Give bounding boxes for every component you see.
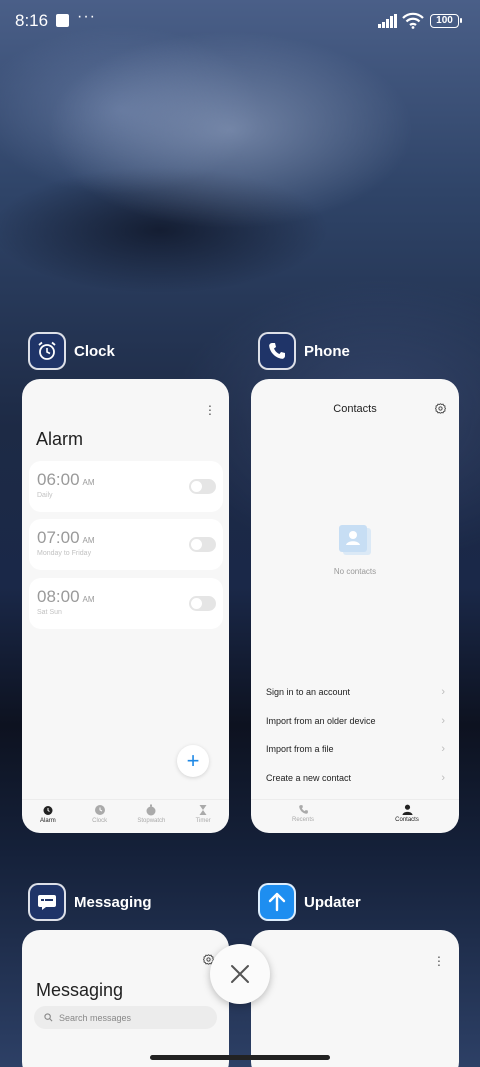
clock-app-header[interactable]: Clock [28,331,115,371]
alarm-toggle[interactable] [189,537,216,552]
tab-label: Recents [291,817,314,823]
tab-label: Clock [92,818,108,824]
alarm-ampm: AM [82,595,95,604]
alarm-tab-icon [43,806,53,815]
alarm-toggle[interactable] [189,596,216,611]
status-time: 8:16 [15,11,49,30]
messaging-app-title: Messaging [74,893,152,911]
more-notifications-icon: ··· [77,8,96,25]
import-file-option[interactable]: Import from a file › [266,743,445,764]
hourglass-tab-icon [199,805,207,815]
tab-label: Contacts [395,817,419,823]
option-label: Import from an older device [266,716,376,726]
tab-label: Stopwatch [137,818,166,824]
alarm-repeat-label: Daily [37,492,53,499]
import-device-option[interactable]: Import from an older device › [266,715,445,736]
more-options-icon[interactable]: · · · [434,949,444,971]
phone-app-header[interactable]: Phone [258,331,350,371]
close-icon [231,965,249,983]
option-label: Create a new contact [266,773,352,783]
alarm-clock-icon [28,332,66,370]
settings-gear-icon[interactable] [435,403,446,414]
phone-app-card[interactable]: Contacts No contacts Sign in to an accou… [251,379,459,833]
option-label: Sign in to an account [266,687,351,697]
wifi-icon [402,12,424,29]
contacts-screen-title: Contacts [333,403,377,415]
clock-tab-icon [94,805,105,815]
chevron-right-icon: › [441,686,445,698]
signal-icon [378,14,397,28]
messaging-app-header[interactable]: Messaging [28,882,152,922]
clock-app-title: Clock [74,342,115,360]
recents-phone-icon [298,805,308,814]
search-placeholder: Search messages [59,1012,132,1023]
tab-timer[interactable]: Timer [177,800,229,833]
clock-app-card[interactable]: · · · Alarm 06:00 AM Daily 07:00 AM Monday t… [22,379,229,833]
chevron-right-icon: › [441,743,445,755]
messaging-app-card[interactable]: Messaging Search messages [22,930,229,1067]
battery-icon: 100 [430,14,462,28]
alarm-toggle[interactable] [189,479,216,494]
updater-app-card[interactable]: · · · [251,930,459,1067]
alarm-time: 06:00 [37,470,80,489]
stopwatch-tab-icon [146,804,156,816]
tab-contacts[interactable]: Contacts [355,800,459,833]
status-bar: 8:16 ··· 100 [0,0,480,44]
search-messages-input[interactable]: Search messages [34,1006,217,1029]
home-indicator[interactable] [150,1055,330,1060]
alarm-item[interactable]: 07:00 AM Monday to Friday [29,519,223,570]
alarm-repeat-label: Sat Sun [37,609,62,616]
contacts-person-icon [401,804,413,815]
alarm-time: 07:00 [37,528,80,547]
updater-app-title: Updater [304,893,361,911]
tab-label: Alarm [40,818,56,824]
create-contact-option[interactable]: Create a new contact › [266,772,445,793]
alarm-repeat-label: Monday to Friday [37,550,92,557]
updater-app-header[interactable]: Updater [258,882,361,922]
tab-stopwatch[interactable]: Stopwatch [126,800,178,833]
alarm-item[interactable]: 06:00 AM Daily [29,461,223,512]
add-alarm-button[interactable]: + [177,745,209,777]
messaging-screen-title: Messaging [36,980,124,1000]
tab-alarm[interactable]: Alarm [22,800,74,833]
alarm-time: 08:00 [37,587,80,606]
arrow-up-icon [258,883,296,921]
chevron-right-icon: › [441,772,445,784]
option-label: Import from a file [266,744,334,754]
phone-tab-bar: Recents Contacts [251,799,459,833]
notification-square-icon [56,14,69,27]
clock-tab-bar: Alarm Clock Stopwatch Timer [22,799,229,833]
tab-clock[interactable]: Clock [74,800,126,833]
more-options-icon[interactable]: · · · [205,398,215,420]
message-icon [28,883,66,921]
search-icon [44,1013,53,1022]
tab-label: Timer [195,818,211,824]
alarm-screen-title: Alarm [36,429,84,449]
empty-state-text: No contacts [333,567,377,576]
alarm-item[interactable]: 08:00 AM Sat Sun [29,578,223,629]
chevron-right-icon: › [441,715,445,727]
tab-recents[interactable]: Recents [251,800,355,833]
phone-app-title: Phone [304,342,350,360]
alarm-ampm: AM [82,478,95,487]
empty-contacts-icon [339,525,371,555]
sign-in-option[interactable]: Sign in to an account › [266,686,445,707]
phone-icon [258,332,296,370]
close-all-button[interactable] [210,944,270,1004]
alarm-ampm: AM [82,536,95,545]
